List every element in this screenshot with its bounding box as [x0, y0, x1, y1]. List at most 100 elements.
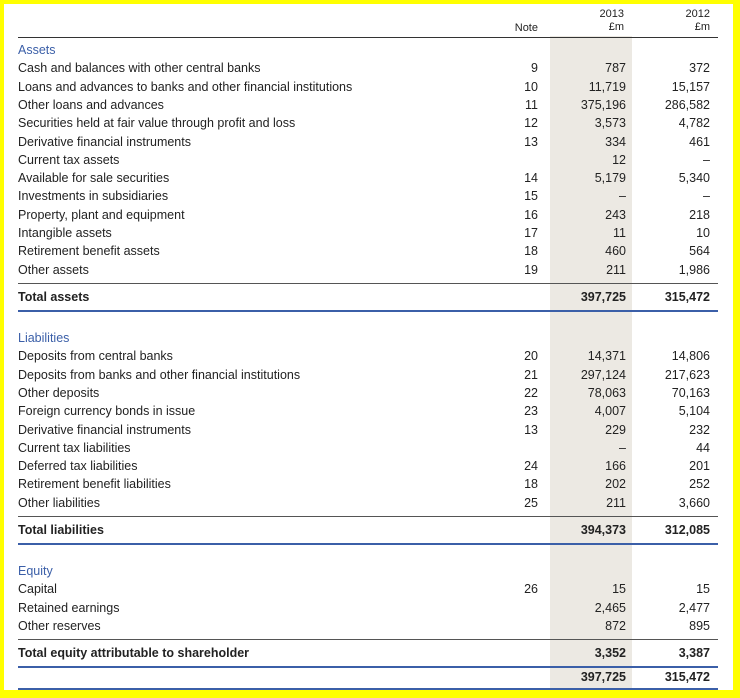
- total-bottom-rule: [18, 543, 718, 545]
- section-title-liabilities: Liabilities: [18, 329, 718, 347]
- table-row: Other deposits 22 78,063 70,163: [18, 384, 718, 402]
- row-value-2012: 217,623: [664, 368, 710, 382]
- total-value-2013: 394,373: [580, 523, 626, 537]
- table-row: Property, plant and equipment 16 243 218: [18, 206, 718, 224]
- row-note: 20: [524, 349, 538, 363]
- table-row: Deposits from banks and other financial …: [18, 366, 718, 384]
- row-label: Deferred tax liabilities: [18, 459, 138, 473]
- header-2012: 2012 £m: [685, 8, 710, 33]
- row-label: Available for sale securities: [18, 171, 170, 185]
- row-note: 22: [524, 386, 538, 400]
- row-label: Other reserves: [18, 619, 101, 633]
- row-value-2013: –: [619, 441, 626, 455]
- row-label: Capital: [18, 582, 57, 596]
- row-value-2012: 218: [689, 208, 710, 222]
- table-row: Available for sale securities 14 5,179 5,34…: [18, 169, 718, 187]
- row-value-2012: –: [703, 153, 710, 167]
- row-value-2012: 2,477: [678, 601, 710, 615]
- row-value-2012: 252: [689, 477, 710, 491]
- row-value-2013: –: [619, 189, 626, 203]
- total-label: Total equity attributable to shareholder: [18, 646, 250, 660]
- table-row: Investments in subsidiaries 15 – –: [18, 187, 718, 205]
- row-label: Retirement benefit assets: [18, 244, 160, 258]
- row-note: 21: [524, 368, 538, 382]
- row-note: 19: [524, 263, 538, 277]
- row-value-2012: 1,986: [678, 263, 710, 277]
- row-note: 24: [524, 459, 538, 473]
- row-value-2013: 375,196: [580, 98, 626, 112]
- total-label: Total liabilities: [18, 523, 104, 537]
- row-note: 18: [524, 244, 538, 258]
- row-value-2012: 14,806: [671, 349, 710, 363]
- row-value-2012: –: [703, 189, 710, 203]
- row-value-2012: 461: [689, 135, 710, 149]
- section-title-equity: Equity: [18, 562, 718, 580]
- row-label: Other liabilities: [18, 496, 100, 510]
- table-row: Other reserves 872 895: [18, 617, 718, 635]
- row-label: Investments in subsidiaries: [18, 189, 169, 203]
- row-note: 14: [524, 171, 538, 185]
- row-value-2012: 286,582: [664, 98, 710, 112]
- balance-sheet-page: Note 2013 £m 2012 £m Assets Cash and balanc…: [4, 4, 733, 690]
- total-value-2013: 3,352: [594, 646, 626, 660]
- total-value-2013: 397,725: [580, 290, 626, 304]
- row-note: 12: [524, 116, 538, 130]
- row-note: 10: [524, 80, 538, 94]
- section-title-assets: Assets: [18, 41, 718, 59]
- row-label: Other assets: [18, 263, 89, 277]
- row-value-2013: 12: [612, 153, 626, 167]
- table-row: Derivative financial instruments 13 334 461: [18, 133, 718, 151]
- row-value-2013: 14,371: [587, 349, 626, 363]
- row-note: 23: [524, 404, 538, 418]
- row-label: Current tax liabilities: [18, 441, 131, 455]
- row-note: 25: [524, 496, 538, 510]
- row-label: Retirement benefit liabilities: [18, 477, 171, 491]
- row-value-2013: 11: [613, 226, 626, 240]
- table-row: Securities held at fair value through pr…: [18, 114, 718, 132]
- row-note: 18: [524, 477, 538, 491]
- section-title-text: Liabilities: [18, 331, 70, 345]
- row-label: Other loans and advances: [18, 98, 164, 112]
- row-value-2013: 297,124: [580, 368, 626, 382]
- grand-total-row: 397,725 315,472: [18, 668, 718, 686]
- table-row: Deposits from central banks 20 14,371 14,80…: [18, 347, 718, 365]
- total-top-rule: [18, 283, 718, 284]
- total-row: Total equity attributable to shareholder…: [18, 644, 718, 662]
- header-divider: [18, 37, 718, 38]
- table-row: Foreign currency bonds in issue 23 4,007 5,…: [18, 402, 718, 420]
- row-value-2012: 5,104: [678, 404, 710, 418]
- row-value-2013: 787: [605, 61, 626, 75]
- grand-total-2013: 397,725: [580, 670, 626, 684]
- total-value-2012: 315,472: [664, 290, 710, 304]
- row-value-2013: 15: [612, 582, 626, 596]
- row-value-2013: 460: [605, 244, 626, 258]
- row-value-2012: 15: [696, 582, 710, 596]
- table-row: Loans and advances to banks and other fi…: [18, 78, 718, 96]
- row-value-2013: 11,719: [588, 80, 626, 94]
- row-label: Derivative financial instruments: [18, 135, 191, 149]
- row-label: Deposits from banks and other financial …: [18, 368, 301, 382]
- row-value-2013: 5,179: [594, 171, 626, 185]
- row-value-2013: 202: [605, 477, 626, 491]
- row-label: Current tax assets: [18, 153, 120, 167]
- row-value-2013: 166: [605, 459, 626, 473]
- row-value-2012: 4,782: [678, 116, 710, 130]
- section-title-text: Equity: [18, 564, 53, 578]
- table-row: Other liabilities 25 211 3,660: [18, 494, 718, 512]
- total-bottom-rule: [18, 310, 718, 312]
- row-note: 13: [524, 423, 538, 437]
- row-value-2012: 5,340: [678, 171, 710, 185]
- row-value-2013: 211: [606, 496, 626, 510]
- row-label: Deposits from central banks: [18, 349, 173, 363]
- row-label: Property, plant and equipment: [18, 208, 185, 222]
- row-value-2012: 15,157: [671, 80, 710, 94]
- row-value-2013: 4,007: [594, 404, 626, 418]
- row-note: 17: [524, 226, 538, 240]
- table-row: Current tax liabilities – 44: [18, 439, 718, 457]
- row-label: Securities held at fair value through pr…: [18, 116, 296, 130]
- row-note: 26: [524, 582, 538, 596]
- row-value-2013: 3,573: [594, 116, 626, 130]
- total-value-2012: 3,387: [678, 646, 710, 660]
- row-value-2012: 564: [689, 244, 710, 258]
- row-value-2012: 10: [696, 226, 710, 240]
